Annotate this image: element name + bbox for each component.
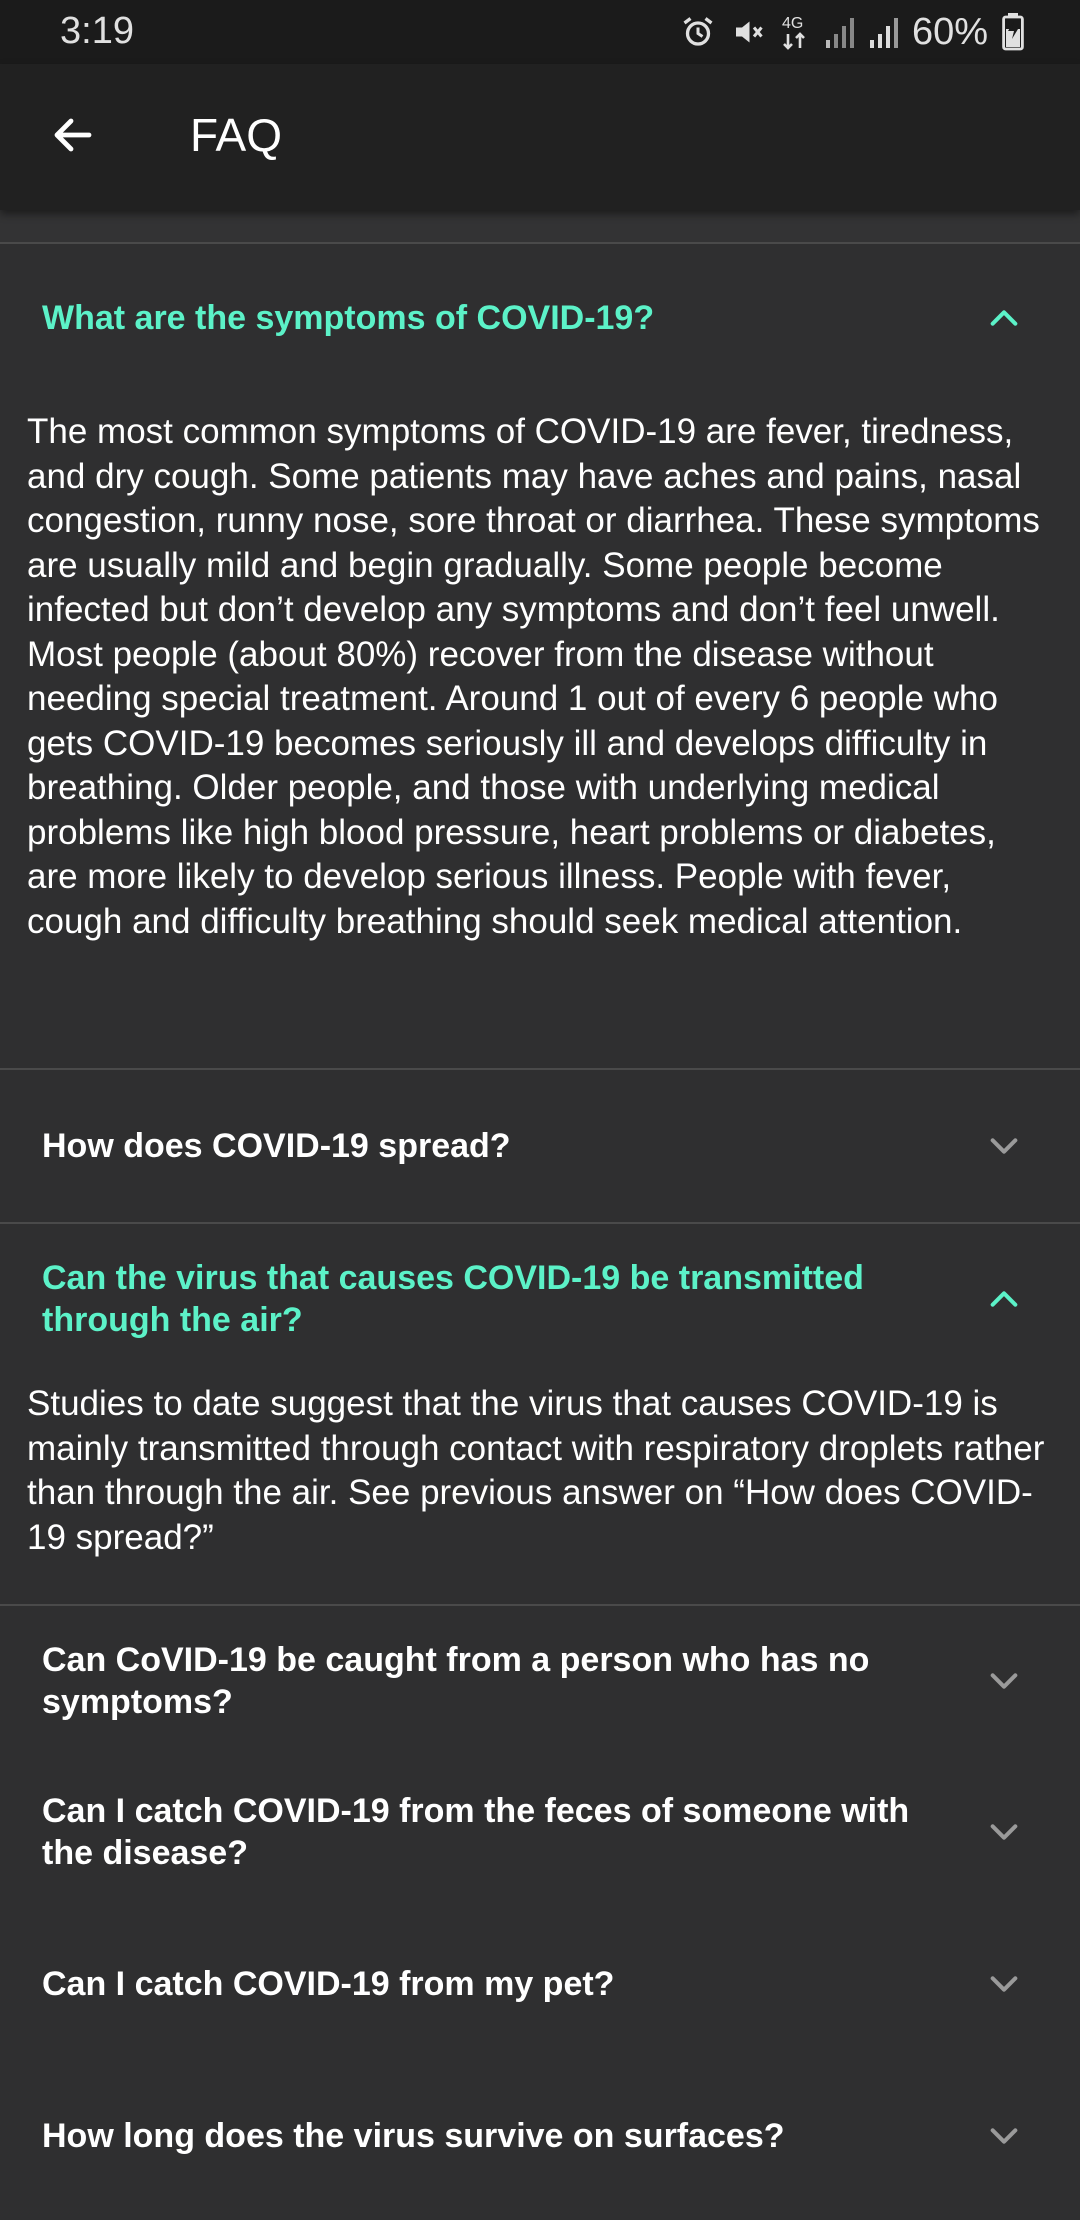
faq-item: How does COVID-19 spread? <box>0 1070 1080 1224</box>
chevron-down-icon[interactable] <box>986 1663 1022 1699</box>
network-4g-icon: 4G <box>780 12 810 52</box>
faq-item: Can I catch COVID-19 from the feces of s… <box>0 1756 1080 1908</box>
signal-icon <box>824 14 854 50</box>
battery-icon <box>1002 13 1024 51</box>
app-bar: FAQ <box>0 64 1080 210</box>
battery-percent: 60% <box>911 10 988 53</box>
faq-list: What are the symptoms of COVID-19? The m… <box>0 244 1080 2212</box>
network-label: 4G <box>782 15 803 32</box>
status-time: 3:19 <box>60 10 134 52</box>
faq-item: What are the symptoms of COVID-19? The m… <box>0 244 1080 1070</box>
faq-item: Can I catch COVID-19 from my pet? <box>0 1908 1080 2060</box>
status-bar: 3:19 4G 60% <box>0 0 1080 64</box>
faq-question: Can I catch COVID-19 from my pet? <box>42 1965 615 2003</box>
faq-question: Can CoVID-19 be caught from a person who… <box>42 1641 870 1721</box>
mute-icon <box>730 14 766 50</box>
faq-question: Can the virus that causes COVID-19 be tr… <box>42 1259 864 1339</box>
faq-list-top-edge <box>0 210 1080 244</box>
faq-question-header[interactable]: Can I catch COVID-19 from the feces of s… <box>0 1756 1080 1908</box>
status-icons: 4G 60% <box>680 10 1024 54</box>
faq-question: How long does the virus survive on surfa… <box>42 2117 785 2155</box>
faq-question-header[interactable]: Can CoVID-19 be caught from a person who… <box>0 1606 1080 1756</box>
faq-question-header[interactable]: How long does the virus survive on surfa… <box>0 2060 1080 2212</box>
faq-question-header[interactable]: Can the virus that causes COVID-19 be tr… <box>0 1224 1080 1374</box>
signal-icon <box>868 14 898 50</box>
chevron-up-icon[interactable] <box>986 300 1022 336</box>
faq-answer: Studies to date suggest that the virus t… <box>27 1384 1045 1557</box>
faq-item: Can the virus that causes COVID-19 be tr… <box>0 1224 1080 1606</box>
chevron-down-icon[interactable] <box>986 1128 1022 1164</box>
faq-answer: The most common symptoms of COVID-19 are… <box>27 412 1040 941</box>
faq-item: Can CoVID-19 be caught from a person who… <box>0 1606 1080 1756</box>
chevron-up-icon[interactable] <box>986 1281 1022 1317</box>
faq-question: What are the symptoms of COVID-19? <box>42 299 655 337</box>
faq-item: How long does the virus survive on surfa… <box>0 2060 1080 2212</box>
chevron-down-icon[interactable] <box>986 1814 1022 1850</box>
faq-question-header[interactable]: How does COVID-19 spread? <box>0 1070 1080 1222</box>
faq-question-header[interactable]: What are the symptoms of COVID-19? <box>0 244 1080 392</box>
back-button[interactable] <box>40 104 106 170</box>
chevron-down-icon[interactable] <box>986 1966 1022 2002</box>
page-title: FAQ <box>190 109 283 161</box>
faq-question: How does COVID-19 spread? <box>42 1127 511 1165</box>
faq-question-header[interactable]: Can I catch COVID-19 from my pet? <box>0 1908 1080 2060</box>
faq-question: Can I catch COVID-19 from the feces of s… <box>42 1792 910 1872</box>
arrow-left-icon <box>49 111 97 164</box>
alarm-icon <box>680 14 716 50</box>
chevron-down-icon[interactable] <box>986 2118 1022 2154</box>
